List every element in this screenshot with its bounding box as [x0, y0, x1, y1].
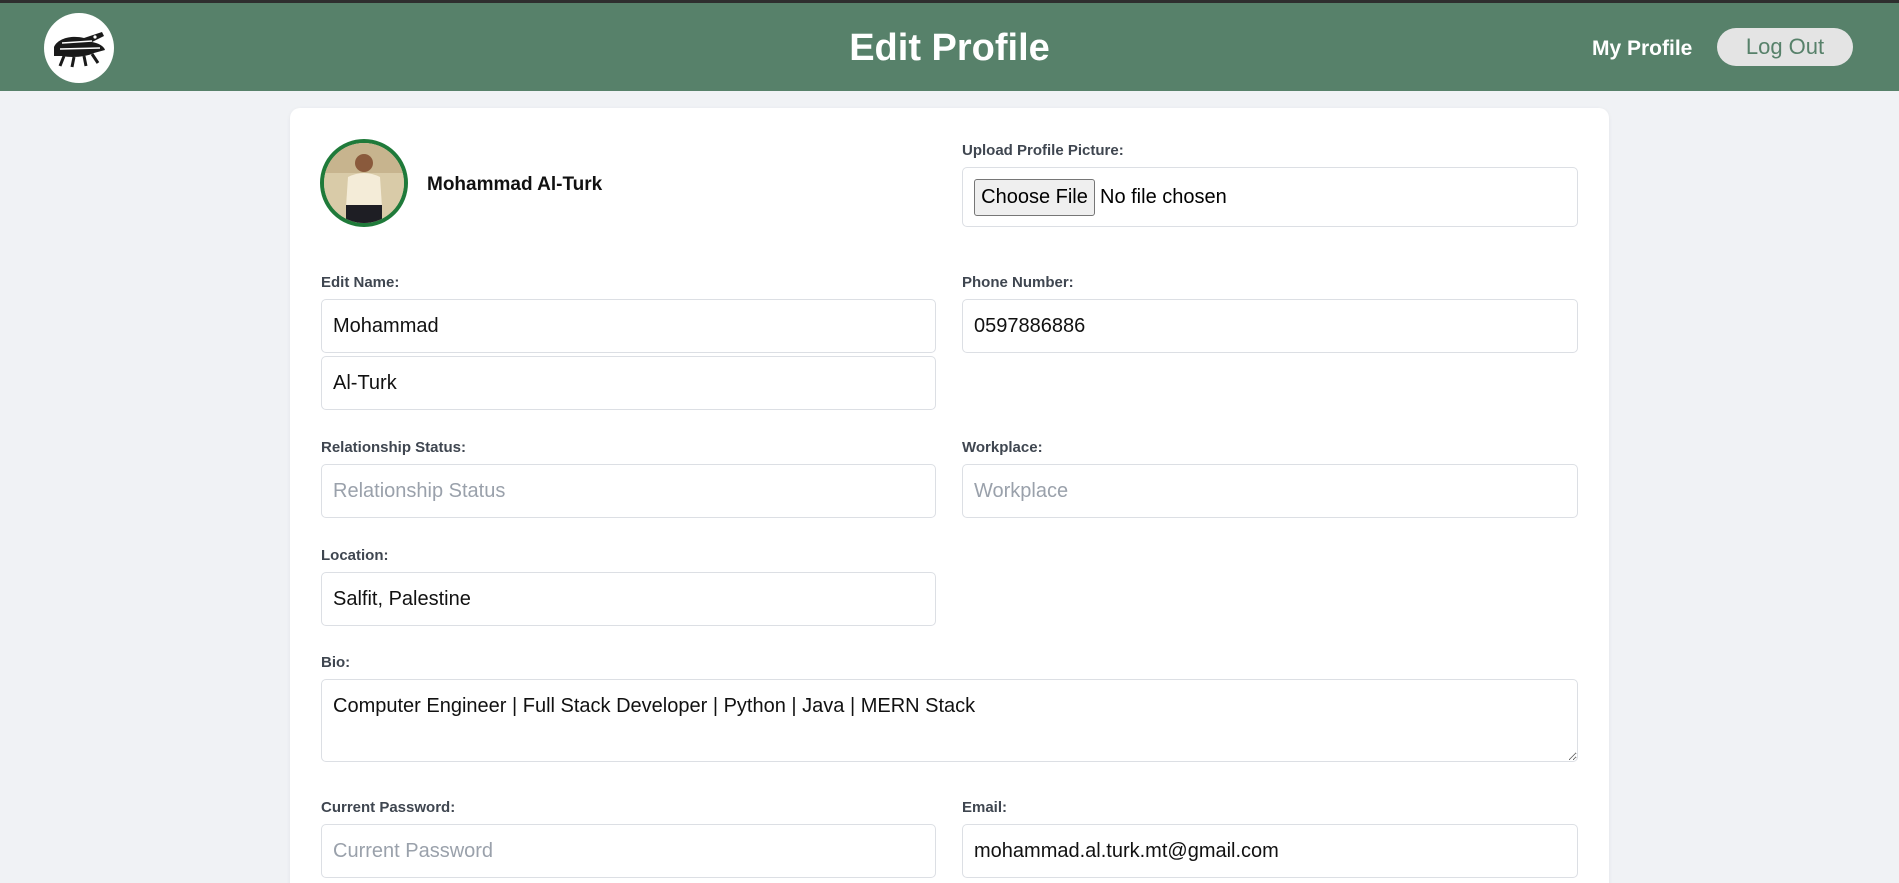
- current-password-label: Current Password:: [321, 799, 456, 816]
- workplace-input[interactable]: [962, 464, 1578, 518]
- relationship-status-input[interactable]: [321, 464, 936, 518]
- location-input[interactable]: [321, 572, 936, 626]
- phone-number-label: Phone Number:: [962, 274, 1074, 291]
- last-name-input[interactable]: [321, 356, 936, 410]
- profile-display-name: Mohammad Al-Turk: [427, 174, 603, 195]
- email-input[interactable]: [962, 824, 1578, 878]
- email-label: Email:: [962, 799, 1008, 816]
- profile-picture-file-input[interactable]: Choose File No file chosen: [962, 167, 1578, 227]
- current-password-input[interactable]: [321, 824, 936, 878]
- bio-label: Bio:: [321, 654, 351, 671]
- upload-picture-label: Upload Profile Picture:: [962, 142, 1124, 159]
- edit-name-label: Edit Name:: [321, 274, 400, 291]
- app-header: Edit Profile My Profile Log Out: [0, 3, 1899, 91]
- location-label: Location:: [321, 547, 389, 564]
- bio-textarea[interactable]: Computer Engineer | Full Stack Developer…: [321, 679, 1578, 762]
- phone-number-input[interactable]: [962, 299, 1578, 353]
- edit-profile-card: Mohammad Al-Turk Upload Profile Picture:…: [290, 108, 1609, 883]
- logout-button[interactable]: Log Out: [1717, 28, 1853, 66]
- file-status-text: No file chosen: [1100, 186, 1227, 208]
- my-profile-link[interactable]: My Profile: [1592, 37, 1692, 61]
- choose-file-button[interactable]: Choose File: [974, 179, 1095, 216]
- first-name-input[interactable]: [321, 299, 936, 353]
- profile-avatar: [320, 139, 408, 227]
- workplace-label: Workplace:: [962, 439, 1043, 456]
- relationship-status-label: Relationship Status:: [321, 439, 467, 456]
